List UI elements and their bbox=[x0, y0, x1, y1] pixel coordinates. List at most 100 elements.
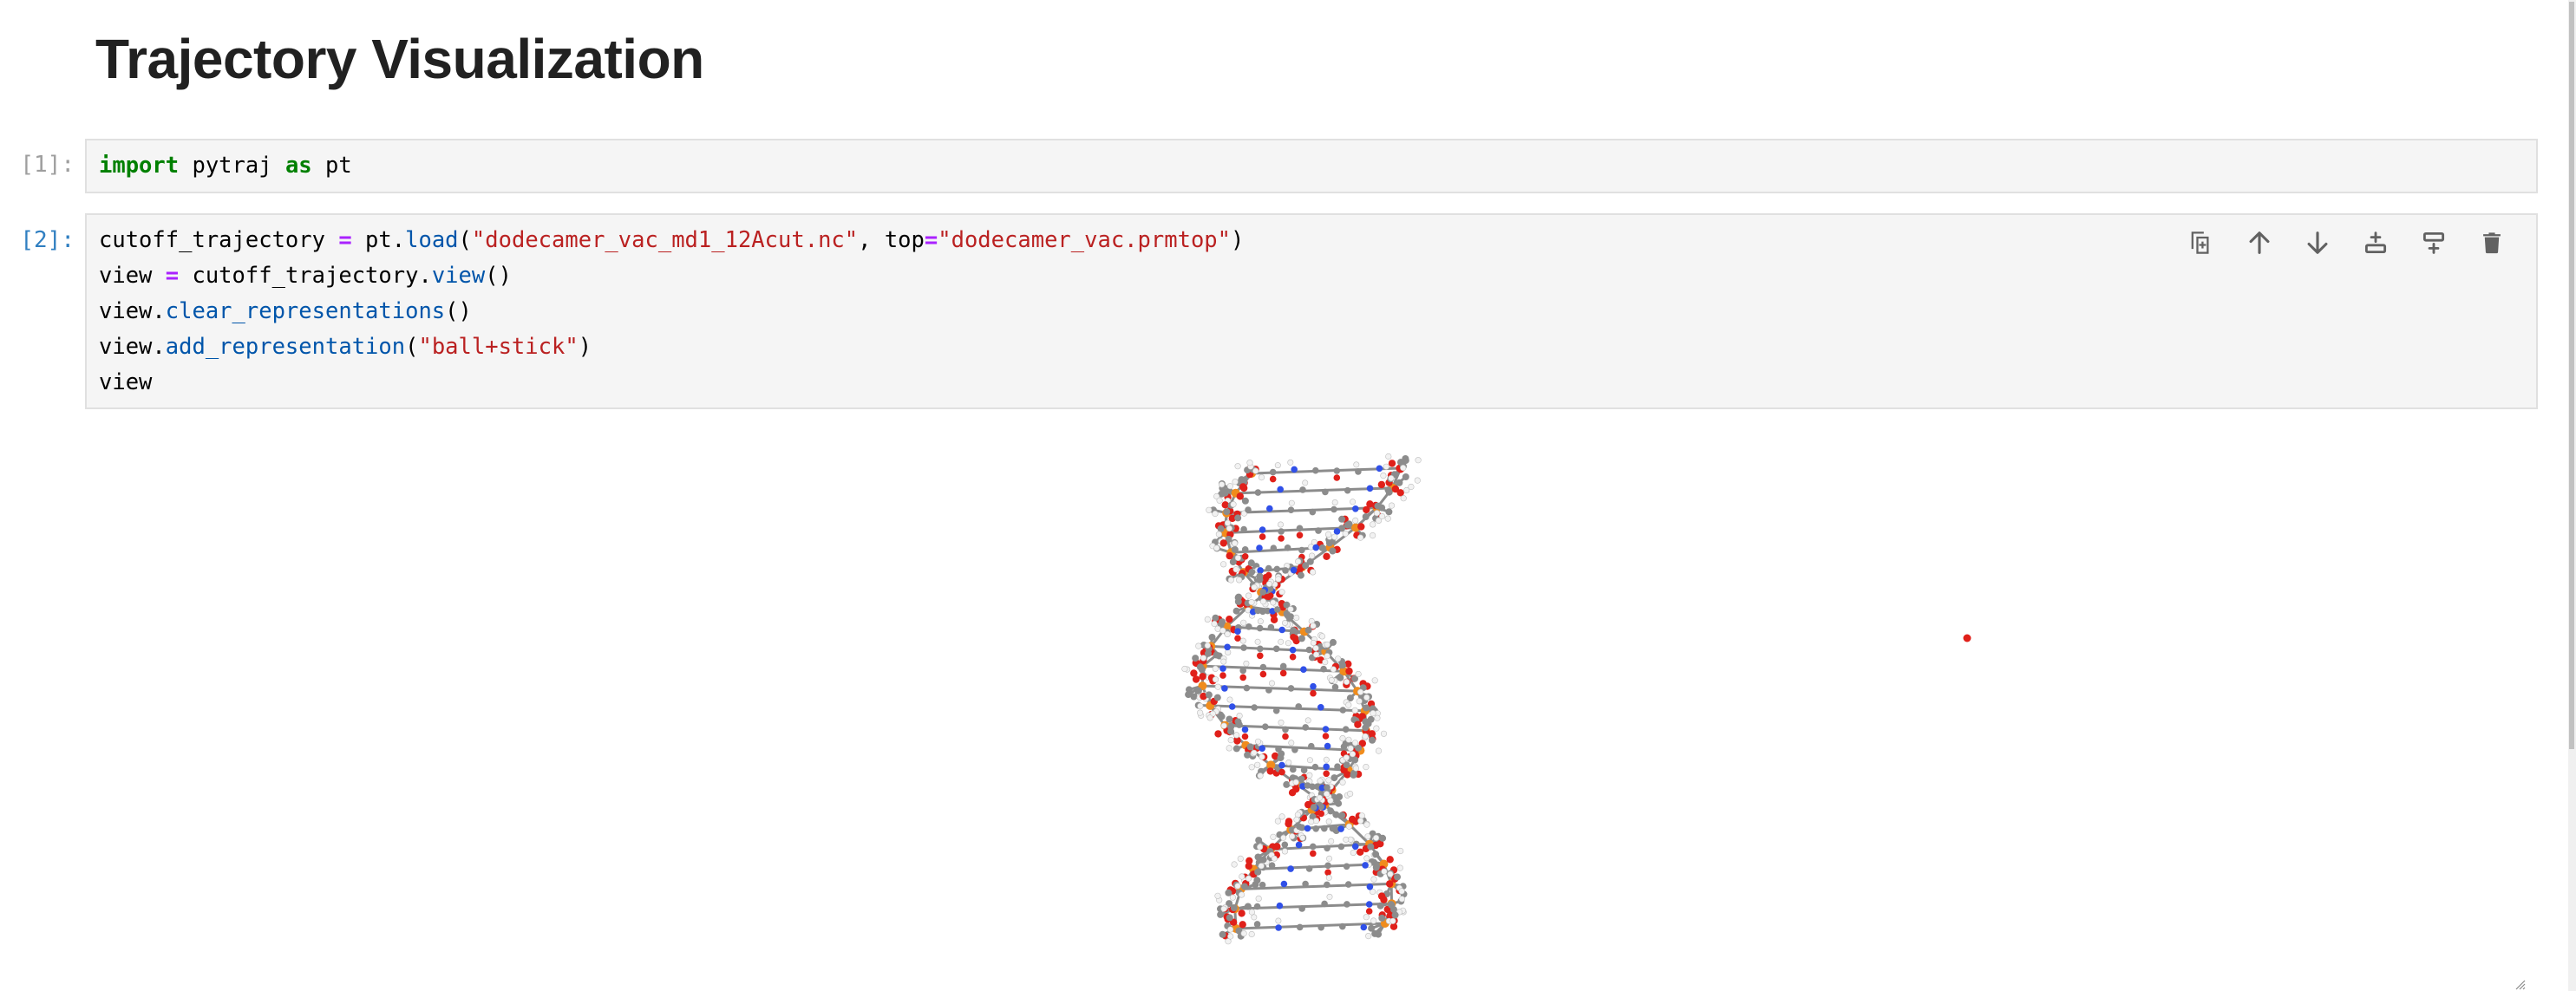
hydrogen-atom bbox=[1375, 747, 1383, 754]
hydrogen-atom bbox=[1343, 678, 1350, 686]
hydrogen-atom bbox=[1349, 751, 1357, 758]
hydrogen-atom bbox=[1233, 732, 1240, 739]
carbon-atom bbox=[1333, 467, 1341, 474]
carbon-atom bbox=[1378, 504, 1386, 512]
scrollbar-thumb[interactable] bbox=[2569, 2, 2574, 749]
hydrogen-atom bbox=[1396, 864, 1403, 871]
hydrogen-atom bbox=[1389, 917, 1396, 924]
hydrogen-atom bbox=[1195, 642, 1202, 649]
page-scrollbar[interactable] bbox=[2568, 0, 2576, 991]
hydrogen-atom bbox=[1400, 464, 1407, 472]
hydrogen-atom bbox=[1370, 876, 1377, 883]
cell-1-code[interactable]: import pytraj as pt bbox=[99, 148, 352, 184]
move-up-button[interactable] bbox=[2230, 227, 2288, 258]
hydrogen-atom bbox=[1236, 713, 1243, 720]
nitrogen-atom bbox=[1324, 742, 1331, 750]
carbon-atom bbox=[1251, 704, 1258, 711]
carbon-atom bbox=[1372, 851, 1380, 858]
carbon-atom bbox=[1226, 914, 1233, 922]
oxygen-atom bbox=[1354, 720, 1362, 728]
hydrogen-atom bbox=[1211, 620, 1218, 628]
carbon-atom bbox=[1217, 525, 1225, 532]
carbon-atom bbox=[1248, 569, 1256, 576]
hydrogen-atom bbox=[1310, 640, 1317, 647]
carbon-atom bbox=[1321, 825, 1328, 832]
hydrogen-atom bbox=[1309, 569, 1317, 576]
hydrogen-atom bbox=[1181, 665, 1188, 673]
carbon-atom bbox=[1256, 572, 1264, 580]
carbon-atom bbox=[1262, 723, 1269, 730]
carbon-atom bbox=[1384, 486, 1392, 494]
insert-below-button[interactable] bbox=[2404, 227, 2462, 258]
cell-2-code[interactable]: cutoff_trajectory = pt.load("dodecamer_v… bbox=[99, 223, 1244, 401]
nitrogen-atom bbox=[1322, 726, 1330, 733]
code-cell-2[interactable]: cutoff_trajectory = pt.load("dodecamer_v… bbox=[85, 213, 2538, 409]
carbon-atom bbox=[1329, 547, 1337, 555]
code-cell-1[interactable]: import pytraj as pt bbox=[85, 139, 2538, 193]
hydrogen-atom bbox=[1270, 833, 1277, 840]
carbon-atom bbox=[1330, 774, 1338, 782]
carbon-atom bbox=[1344, 901, 1350, 908]
hydrogen-atom bbox=[1281, 848, 1288, 855]
hydrogen-atom bbox=[1289, 833, 1296, 840]
code-token: ) bbox=[578, 334, 592, 360]
nitrogen-atom bbox=[1280, 880, 1288, 888]
carbon-atom bbox=[1337, 843, 1345, 851]
duplicate-cell-button[interactable] bbox=[2172, 227, 2230, 258]
carbon-atom bbox=[1256, 624, 1264, 632]
hydrogen-atom bbox=[1278, 521, 1285, 528]
hydrogen-atom bbox=[1324, 653, 1330, 660]
hydrogen-atom bbox=[1231, 540, 1239, 547]
code-line: view = cutoff_trajectory.view() bbox=[99, 258, 1244, 294]
carbon-atom bbox=[1322, 488, 1329, 496]
nitrogen-atom bbox=[1228, 703, 1236, 710]
code-token: pt. bbox=[351, 227, 406, 253]
carbon-atom bbox=[1296, 923, 1304, 931]
carbon-atom bbox=[1302, 880, 1309, 888]
resize-handle-icon[interactable] bbox=[2514, 978, 2526, 990]
carbon-atom bbox=[1302, 724, 1309, 731]
oxygen-atom bbox=[1238, 910, 1246, 917]
hydrogen-atom bbox=[1226, 745, 1232, 752]
hydrogen-atom bbox=[1365, 932, 1372, 940]
code-token: view bbox=[99, 263, 166, 289]
cell-2-prompt: [2]: bbox=[20, 227, 75, 253]
code-token: ( bbox=[458, 227, 472, 253]
hydrogen-atom bbox=[1229, 894, 1236, 901]
carbon-atom bbox=[1330, 638, 1337, 646]
molecule-viewer[interactable] bbox=[87, 425, 2533, 990]
hydrogen-atom bbox=[1219, 561, 1227, 568]
move-down-button[interactable] bbox=[2288, 227, 2346, 258]
hydrogen-atom bbox=[1252, 467, 1259, 474]
hydrogen-atom bbox=[1204, 616, 1211, 623]
insert-below-icon bbox=[2422, 231, 2444, 254]
molecule-canvas[interactable] bbox=[87, 425, 2533, 984]
carbon-atom bbox=[1259, 856, 1267, 864]
carbon-atom bbox=[1198, 666, 1206, 674]
carbon-atom bbox=[1290, 766, 1297, 773]
hydrogen-atom bbox=[1299, 834, 1306, 841]
hydrogen-atom bbox=[1384, 515, 1391, 522]
hydrogen-atom bbox=[1293, 816, 1300, 823]
carbon-atom bbox=[1231, 545, 1239, 553]
carbon-atom bbox=[1318, 544, 1326, 551]
hydrogen-atom bbox=[1231, 861, 1238, 868]
carbon-atom bbox=[1402, 473, 1409, 480]
hydrogen-atom bbox=[1374, 714, 1381, 721]
carbon-atom bbox=[1305, 865, 1313, 872]
hydrogen-atom bbox=[1251, 914, 1258, 921]
hydrogen-atom bbox=[1213, 544, 1220, 551]
carbon-atom bbox=[1190, 693, 1198, 701]
hydrogen-atom bbox=[1304, 717, 1311, 724]
carbon-atom bbox=[1309, 508, 1317, 516]
delete-cell-button[interactable] bbox=[2462, 227, 2520, 258]
hydrogen-atom bbox=[1218, 481, 1226, 488]
nitrogen-atom bbox=[1224, 643, 1231, 651]
hydrogen-atom bbox=[1398, 896, 1405, 903]
insert-above-button[interactable] bbox=[2346, 227, 2404, 258]
carbon-atom bbox=[1324, 862, 1331, 870]
carbon-atom bbox=[1186, 686, 1193, 694]
nitrogen-atom bbox=[1337, 825, 1344, 832]
hydrogen-atom bbox=[1352, 517, 1359, 524]
hydrogen-atom bbox=[1345, 701, 1352, 708]
